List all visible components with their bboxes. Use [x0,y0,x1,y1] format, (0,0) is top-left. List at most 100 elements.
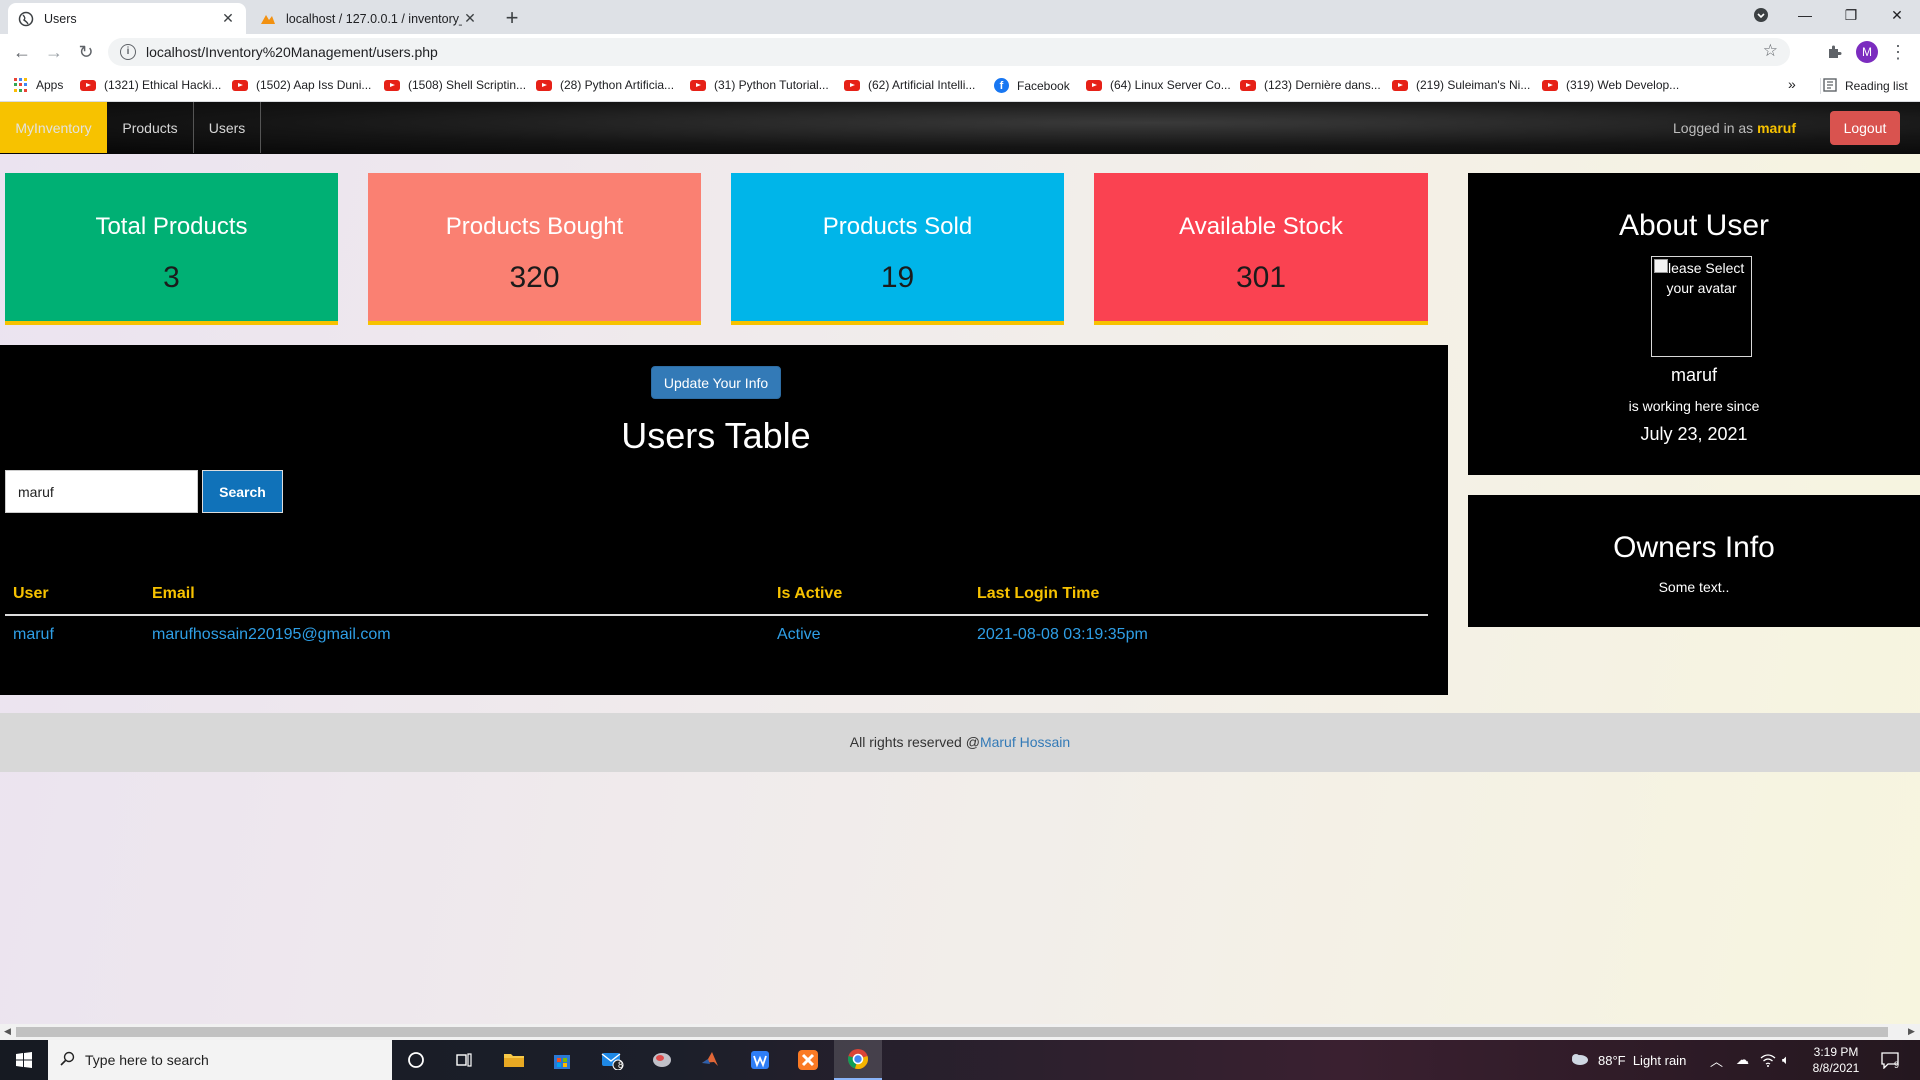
more-bookmarks-icon[interactable]: » [1788,76,1796,92]
bookmark-item[interactable]: (319) Web Develop... [1542,78,1679,92]
extensions-icon[interactable] [1824,42,1844,62]
profile-avatar[interactable]: M [1856,41,1878,63]
bookmark-star-icon[interactable]: ☆ [1763,41,1778,61]
notifications-icon[interactable]: 9 [1880,1040,1899,1080]
tab-users[interactable]: Users ✕ [8,3,246,34]
browser-toolbar: ← → ↻ i localhost/Inventory%20Management… [0,34,1920,70]
broken-image-icon [1654,259,1668,273]
bookmark-item[interactable]: (123) Dernière dans... [1240,78,1381,92]
bookmark-label: (1508) Shell Scriptin... [408,78,527,92]
youtube-icon [384,79,400,91]
cell-last-login: 2021-08-08 03:19:35pm [977,626,1148,643]
logged-in-prefix: Logged in as [1673,120,1754,136]
tab-phpmyadmin[interactable]: localhost / 127.0.0.1 / inventory_ ✕ [250,3,488,34]
forward-icon[interactable]: → [42,40,66,64]
youtube-icon [232,79,248,91]
bookmark-item[interactable]: (62) Artificial Intelli... [844,78,975,92]
tab-search-icon[interactable] [1738,0,1784,30]
column-header-user: User [13,585,49,602]
wps-writer-icon[interactable] [736,1040,784,1080]
volume-icon[interactable]: 🔈︎ [1782,1040,1790,1080]
tab-close-icon[interactable]: ✕ [462,10,478,27]
taskbar-search[interactable]: Type here to search [48,1040,392,1080]
update-info-button[interactable]: Update Your Info [651,366,781,399]
brand-link[interactable]: MyInventory [0,102,107,153]
stat-value: 19 [880,261,915,294]
clock[interactable]: 3:19 PM 8/8/2021 [1806,1040,1866,1080]
site-info-icon[interactable]: i [120,44,136,60]
cortana-icon[interactable] [392,1040,440,1080]
back-icon[interactable]: ← [10,40,34,64]
windows-start-icon[interactable] [0,1040,48,1080]
nav-products[interactable]: Products [107,102,194,153]
bookmark-item[interactable]: (219) Suleiman's Ni... [1392,78,1530,92]
chrome-icon[interactable] [834,1040,882,1080]
restore-icon[interactable]: ❐ [1828,0,1874,30]
about-user-panel: About User Please Select your avatar mar… [1468,173,1920,475]
horizontal-scrollbar[interactable]: ◀ ▶ [0,1024,1920,1040]
weather-text: 88°F Light rain [1598,1052,1687,1068]
stat-title: Total Products [95,213,248,240]
mail-badge: 8 [618,1060,624,1070]
app-icon[interactable] [638,1040,686,1080]
stat-value: 301 [1235,261,1287,294]
youtube-icon [1542,79,1558,91]
footer-author-link[interactable]: Maruf Hossain [980,734,1070,750]
task-view-icon[interactable] [440,1040,488,1080]
microsoft-store-icon[interactable] [538,1040,586,1080]
address-bar[interactable]: i localhost/Inventory%20Management/users… [108,38,1790,66]
footer-text: All rights reserved @ [849,734,980,750]
page-content: MyInventory Products Users Logged in as … [0,102,1920,1024]
bookmarks-bar: Apps (1321) Ethical Hacki... (1502) Aap … [0,70,1920,102]
minimize-icon[interactable]: — [1782,0,1828,30]
stat-value: 320 [509,261,560,294]
scroll-right-icon[interactable]: ▶ [1908,1026,1915,1037]
bookmark-item[interactable]: (31) Python Tutorial... [690,78,829,92]
reading-list[interactable]: Reading list [1820,77,1908,95]
tab-title: Users [44,11,77,26]
scroll-left-icon[interactable]: ◀ [4,1026,11,1037]
bookmark-item[interactable]: (64) Linux Server Co... [1086,78,1231,92]
wifi-icon[interactable] [1760,1040,1776,1080]
windows-taskbar: Type here to search 8 88°F Light rain ︿ … [0,1040,1920,1080]
xampp-icon[interactable] [784,1040,832,1080]
bookmark-item[interactable]: f Facebook [994,78,1070,93]
weather-widget[interactable]: 88°F Light rain [1568,1040,1686,1080]
menu-kebab-icon[interactable]: ⋮ [1888,42,1908,62]
bookmark-label: Facebook [1017,78,1070,93]
search-icon [60,1051,75,1069]
bookmark-item[interactable]: (28) Python Artificia... [536,78,674,92]
owners-info-panel: Owners Info Some text.. [1468,495,1920,627]
tab-close-icon[interactable]: ✕ [220,10,236,27]
mail-icon[interactable]: 8 [588,1040,636,1080]
taskbar-search-placeholder: Type here to search [85,1052,209,1068]
reload-icon[interactable]: ↻ [74,40,98,64]
youtube-icon [1392,79,1408,91]
about-user-title: About User [1618,209,1770,242]
about-username: maruf [1670,365,1717,385]
user-avatar[interactable]: Please Select your avatar [1651,256,1752,357]
tray-chevron-icon[interactable]: ︿ [1710,1040,1723,1080]
logout-button[interactable]: Logout [1830,111,1900,145]
page-footer: All rights reserved @Maruf Hossain [0,713,1920,772]
scrollbar-thumb[interactable] [16,1027,1888,1037]
reading-list-icon [1823,77,1837,95]
matlab-icon[interactable] [686,1040,734,1080]
new-tab-icon[interactable]: + [500,5,524,31]
phpmyadmin-icon [260,11,276,27]
globe-icon [18,11,34,27]
close-window-icon[interactable]: ✕ [1874,0,1920,30]
user-search-input[interactable]: maruf [5,470,198,513]
site-navbar: MyInventory Products Users Logged in as … [0,102,1920,154]
search-button[interactable]: Search [202,470,283,513]
weather-cloud-icon [1568,1051,1590,1070]
bookmark-item[interactable]: (1508) Shell Scriptin... [384,78,526,92]
bookmark-item[interactable]: (1502) Aap Iss Duni... [232,78,371,92]
logged-in-status: Logged in as maruf [1673,120,1796,136]
bookmark-label: (1502) Aap Iss Duni... [256,78,372,92]
bookmark-item[interactable]: (1321) Ethical Hacki... [80,78,221,92]
onedrive-icon[interactable]: ☁ [1736,1040,1749,1080]
bookmark-apps[interactable]: Apps [14,78,63,92]
nav-users[interactable]: Users [194,102,261,153]
file-explorer-icon[interactable] [490,1040,538,1080]
